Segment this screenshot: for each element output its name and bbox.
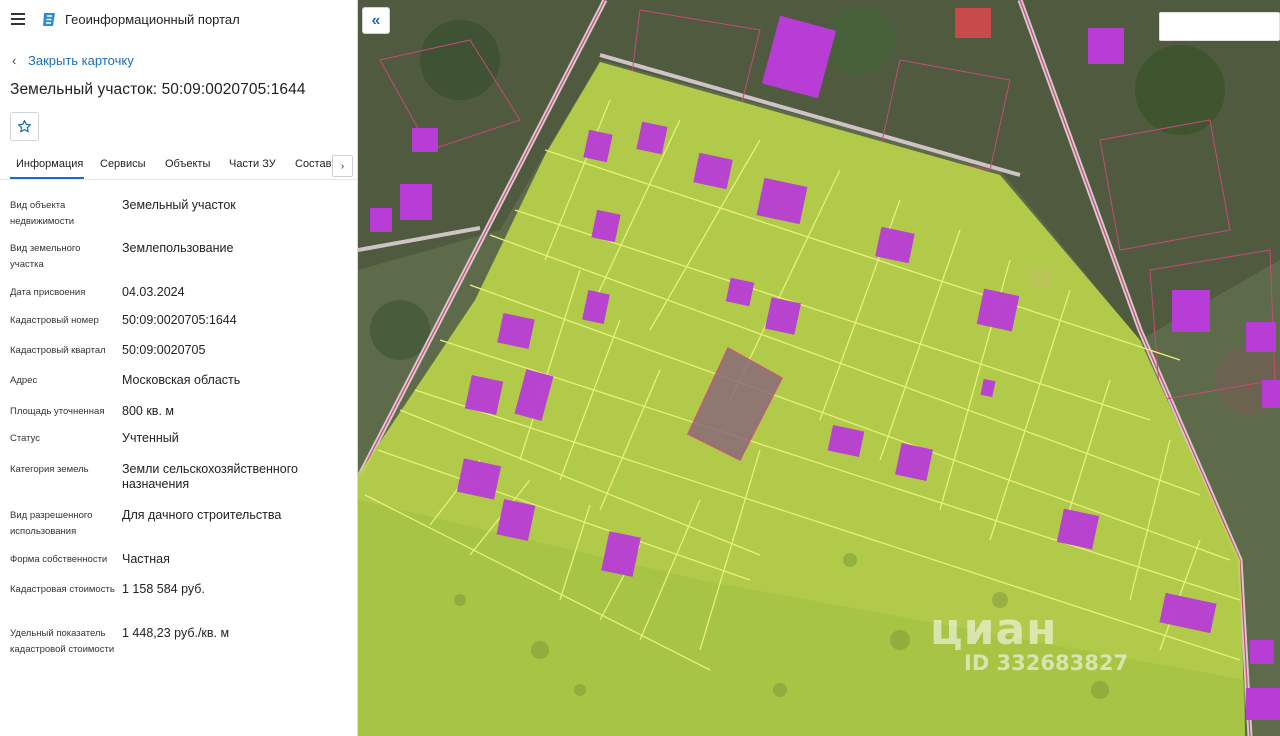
close-card-label: Закрыть карточку [28,53,134,68]
attr-label: Удельный показатель кадастровой стоимост… [10,628,115,655]
attr-value: Для дачного строительства [122,508,282,522]
card-title: Земельный участок: 50:09:0020705:1644 [10,81,306,98]
attr-label: Вид объекта недвижимости [10,200,75,227]
chevron-right-icon: › [340,160,345,172]
cian-watermark: циан ID 332683827 [930,604,1128,675]
hamburger-icon[interactable] [11,13,25,25]
attr-label: Вид разрешенного использования [10,510,93,537]
watermark-id: ID 332683827 [964,651,1129,675]
info-panel: Геоинформационный портал ‹ Закрыть карточ… [0,0,358,736]
map-canvas[interactable] [358,0,1280,736]
attr-value: Учтенный [122,431,179,445]
attr-label: Площадь уточненная [10,406,105,417]
favorite-button[interactable] [10,112,39,141]
attr-value: 1 448,23 руб./кв. м [122,626,230,640]
attr-label: Кадастровый квартал [10,345,106,356]
tab-composition[interactable]: Состав [295,158,331,170]
attr-label: Кадастровая стоимость [10,584,115,595]
attr-label: Форма собственности [10,554,108,565]
attr-label: Вид земельного участка [10,243,81,270]
map-view[interactable]: циан ID 332683827 [358,0,1280,736]
top-bar: Геоинформационный портал [0,0,358,40]
attr-value: Частная [122,552,170,566]
attr-value: 800 кв. м [122,404,174,418]
double-chevron-left-icon: « [371,11,381,29]
portal-logo-icon [41,11,58,28]
tab-information[interactable]: Информация [16,158,83,170]
attr-label: Адрес [10,375,38,386]
attr-label: Дата присвоения [10,287,86,298]
attr-value: Земельный участок [122,198,236,212]
attr-value: 04.03.2024 [122,285,185,299]
collapse-panel-button[interactable]: « [362,7,390,34]
tab-services[interactable]: Сервисы [100,158,146,170]
attr-value: Земли сельскохозяйственного назначения [122,462,298,491]
chevron-left-icon: ‹ [12,53,17,68]
attr-label: Статус [10,433,41,444]
attr-value: 50:09:0020705 [122,343,206,357]
attr-label: Категория земель [10,464,89,475]
close-card-link[interactable]: ‹ Закрыть карточку [12,53,134,68]
attr-value: Московская область [122,373,241,387]
map-search-box[interactable] [1159,12,1280,41]
attr-value: 1 158 584 руб. [122,582,205,596]
star-icon [17,119,32,133]
portal-title: Геоинформационный портал [65,12,240,27]
watermark-brand: циан [930,604,1058,655]
active-tab-indicator [10,177,84,179]
attr-label: Кадастровый номер [10,315,99,326]
attr-value: 50:09:0020705:1644 [122,313,237,327]
tab-parts[interactable]: Части ЗУ [229,158,276,170]
tabs-scroll-right-button[interactable]: › [332,155,353,177]
attr-value: Землепользование [122,241,234,255]
tab-objects[interactable]: Объекты [165,158,210,170]
card-tabs: Информация Сервисы Объекты Части ЗУ Сост… [0,150,358,180]
